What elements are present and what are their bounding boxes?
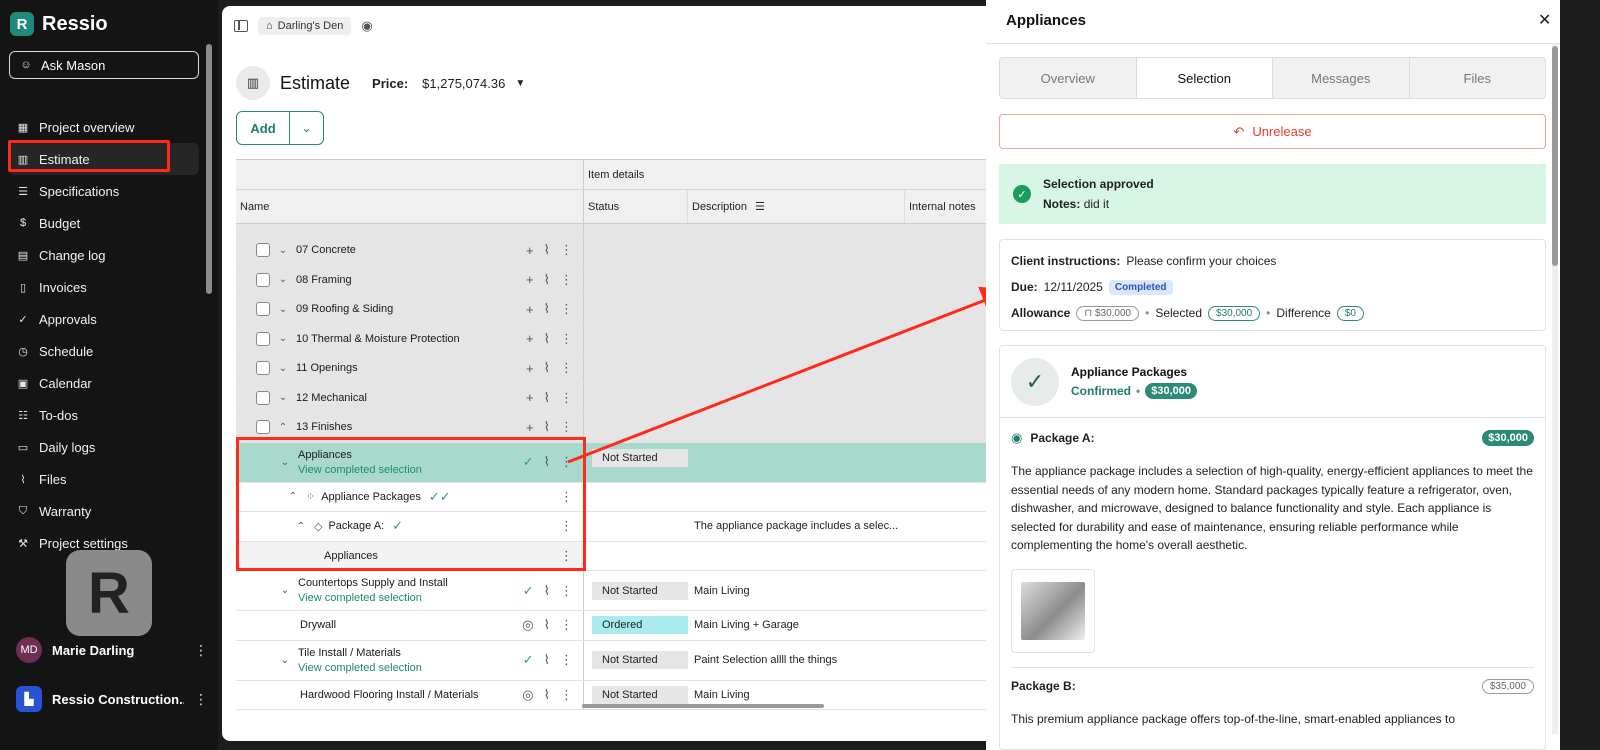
approved-notes: Notes: did it [1043,197,1154,211]
package-a-description: The appliance package includes a selecti… [1011,464,1533,552]
package-a-title: Package A: [1030,431,1095,445]
notes-label: Notes: [1043,197,1081,211]
allowance-row: Allowance ⊓ $30,000 • Selected $30,000 •… [1011,304,1534,322]
due-row: Due: 12/11/2025 Completed [1011,278,1534,296]
notes-value: did it [1083,197,1110,211]
close-icon[interactable]: ✕ [1538,10,1551,30]
selected-value: $30,000 [1208,305,1261,321]
undo-icon: ↶ [1233,123,1245,139]
selected-label: Selected [1155,306,1203,320]
drawer-scrollbar[interactable] [1552,46,1558,266]
approved-text: Selection approved Notes: did it [1043,177,1154,211]
due-value: 12/11/2025 [1043,280,1103,294]
separator-dot: • [1266,306,1271,320]
appliance-photo [1021,581,1085,640]
package-card: ✓ Appliance Packages Confirmed • $30,000… [999,345,1546,750]
tab-selection[interactable]: Selection [1136,58,1273,98]
confirmed-value: $30,000 [1145,382,1197,399]
client-instructions-card: Client instructions: Please confirm your… [999,239,1546,331]
unrelease-label: Unrelease [1252,124,1312,139]
package-a-header[interactable]: ◉ Package A: $30,000 [1000,418,1545,446]
divider [986,43,1560,44]
tab-overview[interactable]: Overview [1000,58,1137,98]
selection-approved-banner: ✓ Selection approved Notes: did it [999,164,1546,224]
tab-messages[interactable]: Messages [1273,58,1410,98]
confirmed-row: Confirmed • $30,000 [1071,382,1197,399]
difference-value: $0 [1336,305,1364,321]
due-label: Due: [1011,280,1038,294]
allowance-value: ⊓ $30,000 [1076,305,1140,321]
lock-icon: ⊓ [1084,307,1093,319]
client-instructions-row: Client instructions: Please confirm your… [1011,252,1534,270]
check-circle-icon: ✓ [1013,185,1031,203]
separator-dot: • [1136,383,1141,398]
unrelease-button[interactable]: ↶ Unrelease [999,114,1546,149]
package-b-title: Package B: [1011,679,1076,693]
allowance-label: Allowance [1011,306,1071,320]
status-badge: Completed [1108,279,1173,295]
package-group-name: Appliance Packages [1071,364,1188,379]
appliance-image[interactable] [1011,568,1095,653]
package-b-header[interactable]: Package B: $35,000 [1000,668,1545,694]
allowance-amount: $30,000 [1094,307,1132,319]
drawer-tabs: Overview Selection Messages Files [999,57,1546,99]
package-group-header: ✓ Appliance Packages Confirmed • $30,000 [1000,346,1545,418]
package-b-price: $35,000 [1481,678,1534,694]
client-instructions-label: Client instructions: [1011,254,1121,268]
check-circle-icon: ◉ [1011,430,1023,445]
package-b-description: This premium appliance package offers to… [1011,711,1456,726]
check-icon: ✓ [1011,357,1059,406]
separator-dot: • [1145,306,1150,320]
package-a-price: $30,000 [1482,430,1534,446]
drawer-title: Appliances [1006,12,1087,29]
difference-label: Difference [1276,306,1331,320]
client-instructions-value: Please confirm your choices [1126,254,1277,268]
approved-title: Selection approved [1043,177,1154,191]
package-a-title-group: ◉ Package A: [1011,430,1095,446]
confirmed-label: Confirmed [1071,383,1131,398]
tab-files[interactable]: Files [1410,58,1546,98]
package-group-text: Appliance Packages Confirmed • $30,000 [1071,365,1197,399]
selection-drawer: Appliances ✕ Overview Selection Messages… [986,0,1560,750]
